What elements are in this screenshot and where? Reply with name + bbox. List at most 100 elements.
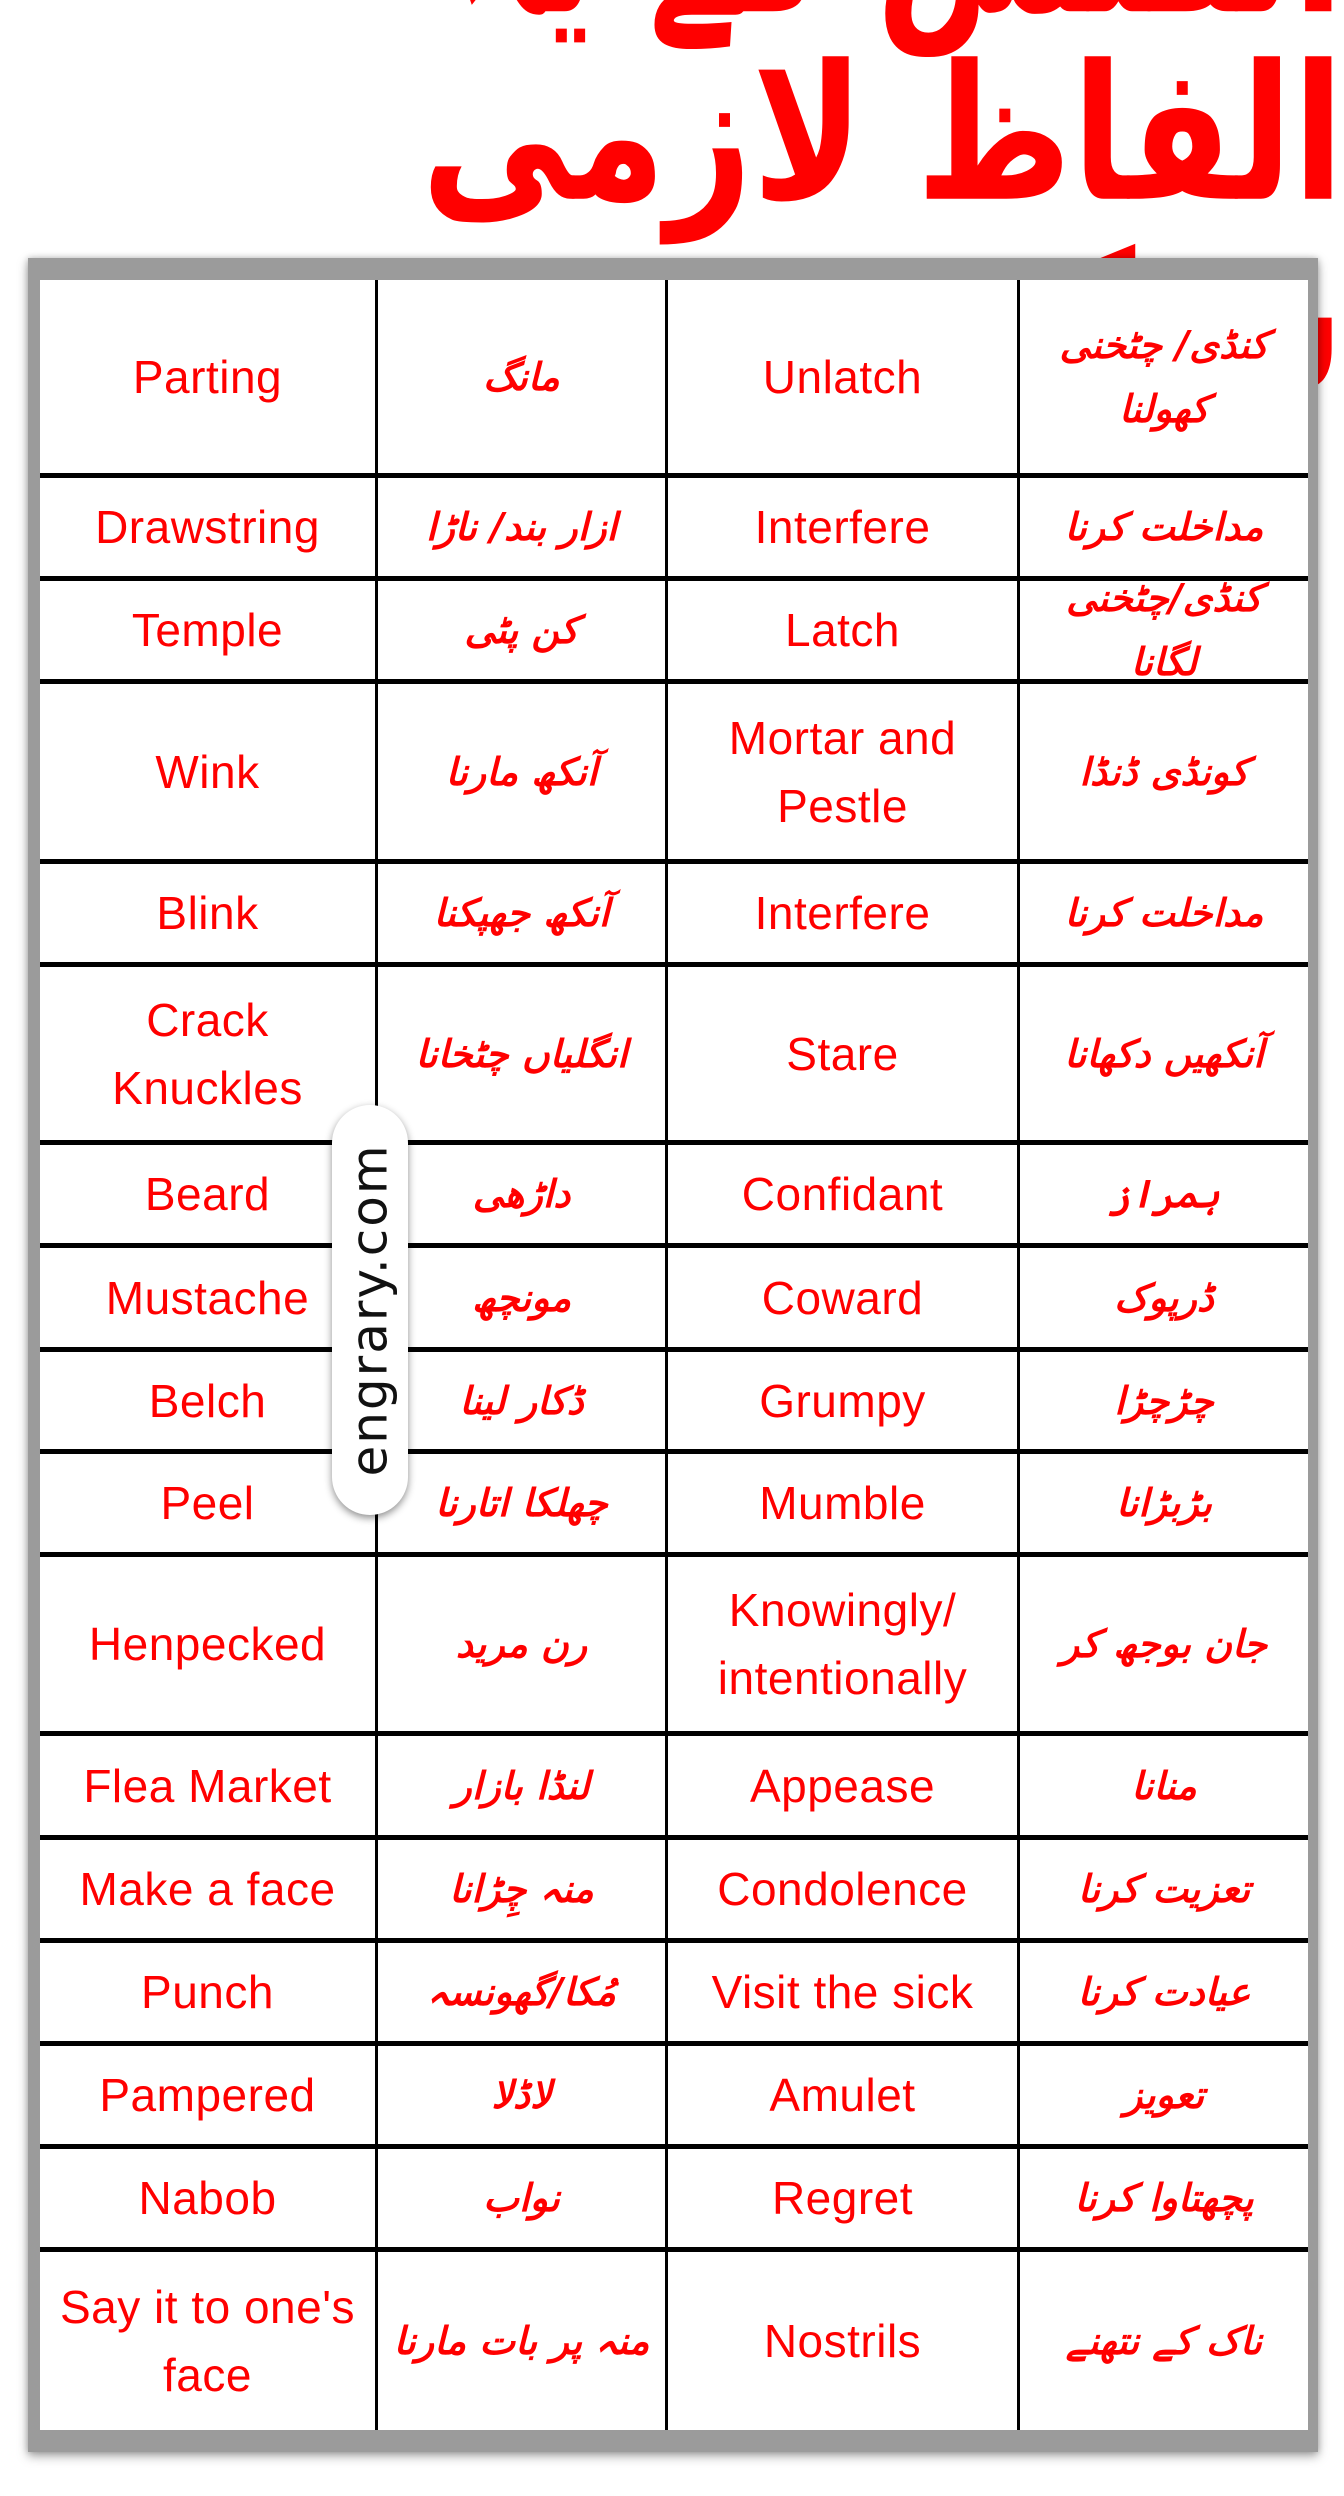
english-word: Mustache xyxy=(105,1271,310,1324)
english-word: Belch xyxy=(148,1374,267,1427)
urdu-meaning-cell: کنڈی/چٹخنی لگانا xyxy=(1017,576,1308,684)
english-word: Mortar and Pestle xyxy=(728,711,957,832)
urdu-meaning-cell: ڈرپوک xyxy=(1017,1248,1308,1347)
english-word: Stare xyxy=(786,1027,899,1080)
english-word: Henpecked xyxy=(88,1618,327,1670)
english-word-cell: Beard xyxy=(40,1145,375,1243)
urdu-meaning: ڈرپوک xyxy=(1114,1275,1214,1320)
urdu-meaning: کن پٹی xyxy=(464,608,579,652)
urdu-meaning: چھلکا اتارنا xyxy=(435,1481,608,1525)
english-word-cell: Knowingly/ intentionally xyxy=(665,1557,1017,1731)
urdu-meaning-cell: ازار بند/ ناڑا xyxy=(375,478,665,576)
table-row: Pampered لاڈلا Amulet تعویز xyxy=(40,2041,1308,2144)
urdu-meaning: منانا xyxy=(1131,1763,1197,1808)
urdu-meaning-cell: پچھتاوا کرنا xyxy=(1017,2149,1308,2247)
english-word: Interfere xyxy=(754,887,931,939)
urdu-meaning: رن مرید xyxy=(455,1622,588,1666)
english-word-cell: Henpecked xyxy=(40,1557,375,1731)
urdu-meaning: جان بوجھ کر xyxy=(1060,1622,1268,1666)
urdu-meaning-cell: عیادت کرنا xyxy=(1017,1943,1308,2041)
english-word: Flea Market xyxy=(83,1759,332,1812)
urdu-meaning-cell: انگلیاں چٹخانا xyxy=(375,967,665,1140)
english-word: Beard xyxy=(144,1168,271,1220)
urdu-meaning: کنڈی/چٹخنی لگانا xyxy=(1066,576,1262,684)
english-word: Drawstring xyxy=(95,501,320,553)
urdu-meaning: چڑچڑا xyxy=(1114,1378,1214,1423)
urdu-meaning: مونچھ xyxy=(471,1275,572,1320)
urdu-meaning-cell: تعزیت کرنا xyxy=(1017,1840,1308,1938)
urdu-meaning: آنکھیں دکھانا xyxy=(1064,1031,1264,1076)
urdu-meaning-cell: داڑھی xyxy=(375,1145,665,1243)
urdu-meaning: کونڈی ڈنڈا xyxy=(1079,749,1249,794)
english-word: Coward xyxy=(761,1271,924,1324)
urdu-meaning: ہمراز xyxy=(1108,1172,1220,1216)
table-row: Nabob نواب Regret پچھتاوا کرنا xyxy=(40,2144,1308,2247)
table-row: Drawstring ازار بند/ ناڑا Interfere مداخلت … xyxy=(40,473,1308,576)
english-word-cell: Make a face xyxy=(40,1840,375,1938)
english-word: Nabob xyxy=(138,2172,277,2224)
table-row: Punch مُکا/گھونسہ Visit the sick عیادت کرنا xyxy=(40,1938,1308,2041)
urdu-meaning: لنڈا بازار xyxy=(453,1763,590,1808)
english-word-cell: Drawstring xyxy=(40,478,375,576)
urdu-meaning-cell: ناک کے نتھنے xyxy=(1017,2252,1308,2430)
english-word: Amulet xyxy=(769,2069,916,2121)
urdu-meaning: لاڈلا xyxy=(491,2073,552,2117)
urdu-meaning-cell: مداخلت کرنا xyxy=(1017,864,1308,962)
urdu-meaning: ازار بند/ ناڑا xyxy=(425,505,618,549)
english-word: Grumpy xyxy=(759,1374,926,1427)
urdu-meaning-cell: ہمراز xyxy=(1017,1145,1308,1243)
urdu-meaning-cell: آنکھ جھپکنا xyxy=(375,864,665,962)
urdu-meaning-cell: آنکھیں دکھانا xyxy=(1017,967,1308,1140)
english-word: Punch xyxy=(141,1966,274,2018)
english-word-cell: Confidant xyxy=(665,1145,1017,1243)
urdu-meaning: تعزیت کرنا xyxy=(1077,1867,1251,1911)
urdu-meaning: عیادت کرنا xyxy=(1077,1970,1251,2014)
urdu-meaning: منہ پر بات مارنا xyxy=(393,2319,650,2363)
urdu-meaning: آنکھ جھپکنا xyxy=(433,891,610,935)
english-word-cell: Latch xyxy=(665,581,1017,679)
english-word: Interfere xyxy=(754,501,931,553)
english-word-cell: Flea Market xyxy=(40,1736,375,1835)
english-word-cell: Amulet xyxy=(665,2046,1017,2144)
english-word-cell: Crack Knuckles xyxy=(40,967,375,1140)
english-word-cell: Belch xyxy=(40,1352,375,1449)
english-word: Nostrils xyxy=(763,2315,922,2367)
urdu-meaning: مداخلت کرنا xyxy=(1064,891,1264,935)
english-word: Pampered xyxy=(99,2069,316,2121)
english-word: Visit the sick xyxy=(711,1966,974,2018)
urdu-meaning-cell: مُکا/گھونسہ xyxy=(375,1943,665,2041)
urdu-meaning: کنڈی/ چٹخنی کھولنا xyxy=(1059,322,1269,431)
urdu-meaning: ڈکار لینا xyxy=(459,1378,584,1423)
english-word-cell: Regret xyxy=(665,2149,1017,2247)
english-word: Wink xyxy=(155,745,260,798)
urdu-meaning-cell: مونچھ xyxy=(375,1248,665,1347)
english-word-cell: Nabob xyxy=(40,2149,375,2247)
table-row: Make a face منہ چِڑانا Condolence تعزیت کرن… xyxy=(40,1835,1308,1938)
english-word: Appease xyxy=(749,1759,936,1812)
urdu-meaning-cell: منہ چِڑانا xyxy=(375,1840,665,1938)
english-word-cell: Punch xyxy=(40,1943,375,2041)
english-word-cell: Interfere xyxy=(665,864,1017,962)
table-row: Blink آنکھ جھپکنا Interfere مداخلت کرنا xyxy=(40,859,1308,962)
urdu-meaning-cell: لنڈا بازار xyxy=(375,1736,665,1835)
english-word: Latch xyxy=(784,604,901,656)
english-word: Say it to one's face xyxy=(60,2281,355,2401)
english-word-cell: Blink xyxy=(40,864,375,962)
english-word: Regret xyxy=(771,2172,914,2224)
table-row: Temple کن پٹی Latch کنڈی/چٹخنی لگانا xyxy=(40,576,1308,684)
english-word: Mumble xyxy=(759,1477,926,1529)
urdu-meaning: پچھتاوا کرنا xyxy=(1074,2176,1254,2220)
table-row: Peel چھلکا اتارنا Mumble بڑبڑانا xyxy=(40,1449,1308,1552)
urdu-meaning-cell: چڑچڑا xyxy=(1017,1352,1308,1449)
table-row: Flea Market لنڈا بازار Appease منانا xyxy=(40,1731,1308,1835)
urdu-meaning-cell: کن پٹی xyxy=(375,581,665,679)
urdu-meaning-cell: چھلکا اتارنا xyxy=(375,1454,665,1552)
urdu-meaning-cell: تعویز xyxy=(1017,2046,1308,2144)
urdu-meaning: مانگ xyxy=(483,354,560,399)
urdu-meaning-cell: جان بوجھ کر xyxy=(1017,1557,1308,1731)
english-word: Condolence xyxy=(717,1863,968,1915)
table-row: Beard داڑھی Confidant ہمراز xyxy=(40,1140,1308,1243)
watermark-badge: engrary.com xyxy=(332,1105,408,1515)
english-word: Peel xyxy=(160,1477,255,1529)
english-word-cell: Temple xyxy=(40,581,375,679)
